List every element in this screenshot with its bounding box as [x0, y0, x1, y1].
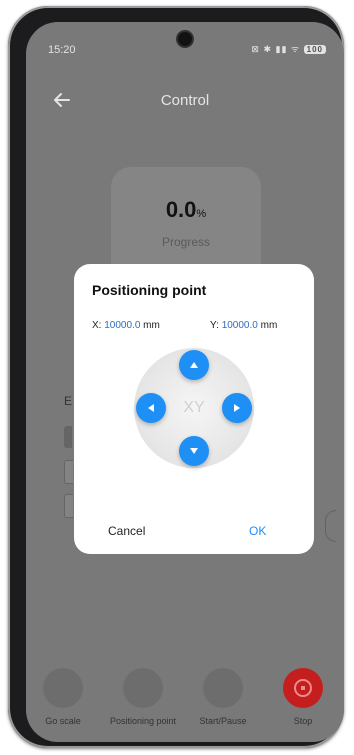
- start-pause-icon: [203, 668, 243, 708]
- ok-button[interactable]: OK: [249, 524, 266, 538]
- cancel-button[interactable]: Cancel: [108, 524, 145, 538]
- y-value: 10000.0: [221, 320, 258, 331]
- stop-icon: [283, 668, 323, 708]
- x-label: X:: [92, 320, 102, 331]
- y-unit: mm: [260, 320, 278, 331]
- triangle-left-icon: [148, 404, 154, 412]
- move-right-button[interactable]: [222, 393, 252, 423]
- go-scale-label: Go scale: [45, 716, 81, 726]
- y-coordinate: Y: 10000.0 mm: [210, 320, 277, 331]
- bottom-toolbar: Go scale Positioning point Start/Pause S…: [26, 642, 344, 742]
- phone-frame: 15:20 ⊠ ✱ ▮▮ ᯤ 100 Control 0.0% Progress…: [8, 6, 344, 748]
- positioning-point-icon: [123, 668, 163, 708]
- x-coordinate: X: 10000.0 mm: [92, 320, 160, 331]
- stop-button[interactable]: Stop: [268, 668, 338, 726]
- stop-label: Stop: [293, 716, 313, 726]
- jog-pad: XY: [134, 348, 254, 468]
- triangle-right-icon: [234, 404, 240, 412]
- move-down-button[interactable]: [179, 436, 209, 466]
- dialog-title: Positioning point: [92, 282, 207, 298]
- positioning-point-label: Positioning point: [109, 716, 177, 726]
- x-value: 10000.0: [104, 320, 141, 331]
- go-scale-button[interactable]: Go scale: [28, 668, 98, 726]
- positioning-point-button[interactable]: Positioning point: [108, 668, 178, 726]
- move-left-button[interactable]: [136, 393, 166, 423]
- y-label: Y:: [210, 320, 219, 331]
- positioning-dialog: Positioning point X: 10000.0 mm Y: 10000…: [74, 264, 314, 554]
- start-pause-button[interactable]: Start/Pause: [188, 668, 258, 726]
- start-pause-label: Start/Pause: [199, 716, 247, 726]
- go-scale-icon: [43, 668, 83, 708]
- triangle-up-icon: [190, 362, 198, 368]
- triangle-down-icon: [190, 448, 198, 454]
- move-up-button[interactable]: [179, 350, 209, 380]
- x-unit: mm: [143, 320, 160, 331]
- screen: 15:20 ⊠ ✱ ▮▮ ᯤ 100 Control 0.0% Progress…: [26, 22, 344, 742]
